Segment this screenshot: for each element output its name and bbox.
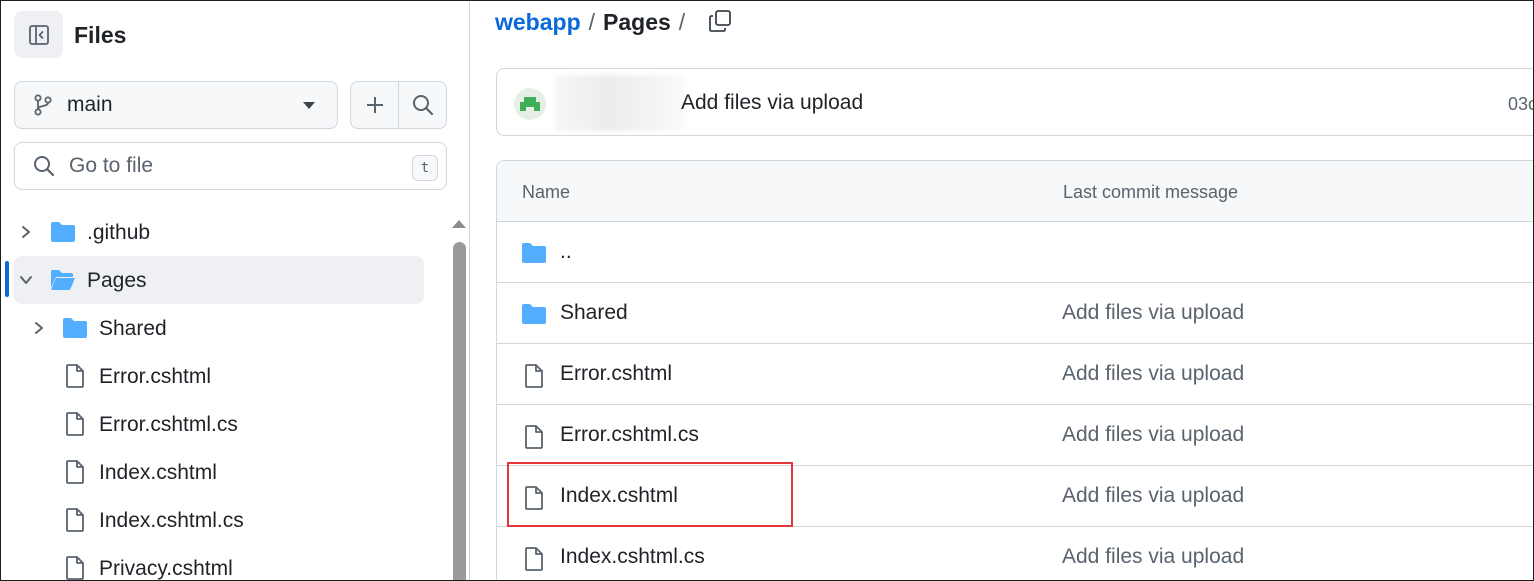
row-name[interactable]: ..: [560, 240, 572, 264]
latest-commit-time: 03c: [1508, 94, 1533, 114]
folder-icon: [521, 303, 547, 325]
row-name[interactable]: Error.cshtml: [560, 362, 672, 386]
breadcrumb-repo-link[interactable]: webapp: [495, 9, 581, 36]
sidebar-title: Files: [74, 22, 127, 48]
file-tree-sidebar: Files main Go to file t .github Pages Sh…: [2, 2, 470, 580]
tree-item-label: Index.cshtml.cs: [99, 509, 244, 532]
tree-item-label: Privacy.cshtml: [99, 557, 233, 580]
table-row[interactable]: Shared Add files via upload: [497, 283, 1533, 344]
tree-item-label: Index.cshtml: [99, 461, 217, 484]
selected-indicator: [5, 261, 9, 297]
breadcrumb-separator: /: [678, 9, 686, 35]
tree-actions: [350, 81, 447, 129]
tree-item-error-cshtml[interactable]: Error.cshtml: [14, 352, 424, 400]
file-icon: [65, 364, 85, 388]
file-icon: [65, 508, 85, 532]
table-header: Name Last commit message: [497, 161, 1533, 222]
tree-item-label: Error.cshtml.cs: [99, 413, 238, 436]
tree-item-label: Pages: [87, 269, 147, 292]
copy-icon: [709, 10, 731, 32]
tree-item-github[interactable]: .github: [14, 208, 424, 256]
git-branch-icon: [34, 94, 52, 116]
tree-item-label: Error.cshtml: [99, 365, 212, 388]
tree-item-index-cshtml-cs[interactable]: Index.cshtml.cs: [14, 496, 424, 544]
tree-item-label: .github: [87, 221, 151, 244]
window-frame: Files main Go to file t .github Pages Sh…: [0, 0, 1534, 581]
breadcrumb: webapp / Pages /: [495, 9, 693, 36]
breadcrumb-current: Pages: [603, 9, 671, 35]
search-icon: [412, 95, 433, 116]
table-row[interactable]: Error.cshtml.cs Add files via upload: [497, 405, 1533, 466]
collapse-sidebar-button[interactable]: [14, 11, 63, 58]
tree-item-index-cshtml[interactable]: Index.cshtml: [14, 448, 424, 496]
table-row[interactable]: ..: [497, 222, 1533, 283]
tree-item-label: Shared: [99, 317, 167, 340]
folder-icon: [50, 221, 76, 243]
file-icon: [65, 412, 85, 436]
file-icon: [65, 556, 85, 580]
latest-commit-box: Add files via upload 03c: [496, 68, 1533, 136]
sidebar-collapse-icon: [28, 24, 49, 45]
chevron-down-icon[interactable]: [18, 272, 34, 288]
scrollbar-thumb[interactable]: [453, 242, 466, 580]
row-commit-message[interactable]: Add files via upload: [1062, 423, 1244, 447]
table-row[interactable]: Index.cshtml.cs Add files via upload: [497, 527, 1533, 580]
branch-name: main: [67, 93, 113, 116]
plus-icon: [366, 97, 383, 113]
chevron-right-icon[interactable]: [18, 224, 34, 240]
row-commit-message[interactable]: Add files via upload: [1062, 484, 1244, 508]
branch-selector[interactable]: main: [14, 81, 338, 129]
tree-item-pages[interactable]: Pages: [14, 256, 424, 304]
row-name[interactable]: Index.cshtml.cs: [560, 545, 705, 569]
chevron-down-icon: [303, 102, 315, 109]
folder-icon: [521, 242, 547, 264]
highlight-annotation-box: [507, 462, 793, 527]
row-name[interactable]: Shared: [560, 301, 628, 325]
tree-item-error-cshtml-cs[interactable]: Error.cshtml.cs: [14, 400, 424, 448]
folder-icon: [62, 317, 88, 339]
file-icon: [524, 425, 544, 449]
author-name-redacted: [555, 75, 685, 131]
tree-item-shared[interactable]: Shared: [14, 304, 424, 352]
avatar[interactable]: [514, 88, 546, 120]
keyboard-shortcut-hint: t: [412, 155, 438, 181]
add-file-button[interactable]: [351, 82, 399, 128]
chevron-right-icon[interactable]: [31, 320, 47, 336]
file-icon: [524, 364, 544, 388]
column-header-name: Name: [522, 182, 571, 202]
scroll-up-arrow[interactable]: [452, 220, 466, 228]
copy-path-button[interactable]: [707, 8, 733, 34]
table-row[interactable]: Error.cshtml Add files via upload: [497, 344, 1533, 405]
folder-open-icon: [50, 269, 76, 291]
row-name[interactable]: Error.cshtml.cs: [560, 423, 699, 447]
row-commit-message[interactable]: Add files via upload: [1062, 301, 1244, 325]
go-to-file-input[interactable]: Go to file t: [14, 142, 447, 190]
tree-item-privacy-cshtml[interactable]: Privacy.cshtml: [14, 544, 424, 580]
search-icon: [34, 156, 55, 177]
row-commit-message[interactable]: Add files via upload: [1062, 545, 1244, 569]
row-commit-message[interactable]: Add files via upload: [1062, 362, 1244, 386]
go-to-file-placeholder: Go to file: [69, 154, 154, 177]
column-header-message: Last commit message: [1063, 182, 1239, 202]
breadcrumb-separator: /: [588, 9, 596, 35]
latest-commit-message[interactable]: Add files via upload: [681, 91, 863, 115]
file-icon: [65, 460, 85, 484]
file-icon: [524, 547, 544, 571]
search-files-button[interactable]: [399, 82, 446, 128]
